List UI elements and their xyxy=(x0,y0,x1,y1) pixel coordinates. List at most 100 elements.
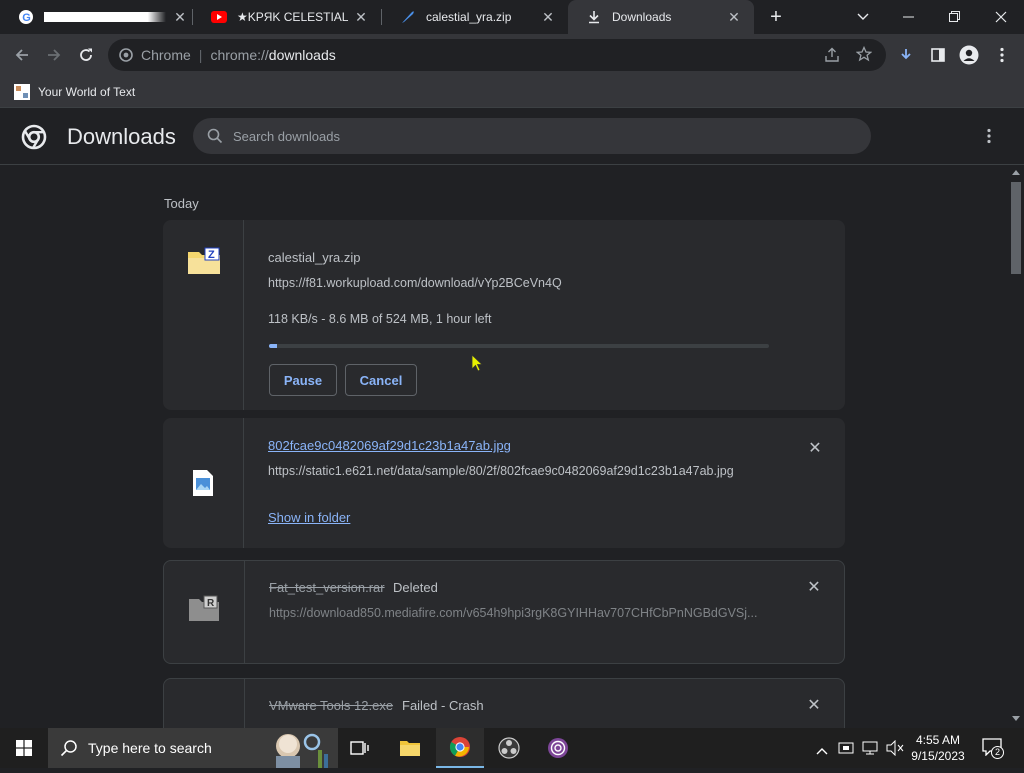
tor-browser-icon[interactable] xyxy=(534,728,582,768)
download-url: https://static1.e621.net/data/sample/80/… xyxy=(268,464,734,478)
taskbar-search-placeholder: Type here to search xyxy=(88,740,212,756)
scrollbar-thumb[interactable] xyxy=(1011,182,1021,274)
system-clock[interactable]: 4:55 AM 9/15/2023 xyxy=(906,732,970,764)
download-icon-column xyxy=(164,679,245,728)
pause-button[interactable]: Pause xyxy=(269,364,337,396)
tab-google[interactable]: G ✕ xyxy=(0,0,192,34)
download-url: https://download850.mediafire.com/v654h9… xyxy=(269,606,758,620)
url-path: downloads xyxy=(268,47,336,63)
search-icon xyxy=(60,739,78,757)
close-tab-icon[interactable]: ✕ xyxy=(170,9,190,26)
download-filename-link[interactable]: 802fcae9c0482069af29d1c23b1a47ab.jpg xyxy=(268,438,511,453)
chrome-menu-icon[interactable] xyxy=(988,41,1016,69)
bookmark-star-icon[interactable] xyxy=(855,45,873,65)
more-actions-icon[interactable] xyxy=(987,128,991,149)
tab-title: Downloads xyxy=(612,10,672,24)
windows-taskbar: Type here to search 4:55 AM 9/15/2023 2 xyxy=(0,728,1024,768)
download-icon xyxy=(586,9,602,25)
new-tab-button[interactable]: + xyxy=(764,6,788,28)
share-icon[interactable] xyxy=(824,47,840,66)
tab-title: ★KPЯK CELESTIAL REC xyxy=(237,10,351,24)
notification-count-badge: 2 xyxy=(991,746,1004,759)
google-icon: G xyxy=(18,9,34,25)
downloads-toolbar-icon[interactable] xyxy=(892,41,920,69)
volume-muted-icon[interactable] xyxy=(886,739,904,761)
rar-file-icon: R xyxy=(188,595,220,628)
tray-chevron-up-icon[interactable] xyxy=(816,742,828,760)
close-tab-icon[interactable]: ✕ xyxy=(724,9,744,26)
bookmarks-bar: Your World of Text xyxy=(0,76,1024,108)
tab-strip: G ✕ ★KPЯK CELESTIAL REC ✕ calestial_yra.… xyxy=(0,0,1024,34)
reload-button[interactable] xyxy=(72,41,100,69)
tab-downloads[interactable]: Downloads ✕ xyxy=(568,0,754,34)
youtube-icon xyxy=(211,9,227,25)
download-url: https://f81.workupload.com/download/vYp2… xyxy=(268,276,562,290)
close-tab-icon[interactable]: ✕ xyxy=(351,9,371,26)
forward-button[interactable] xyxy=(40,41,68,69)
image-file-icon xyxy=(193,470,213,501)
profile-avatar[interactable] xyxy=(955,41,983,69)
windows-start-icon[interactable] xyxy=(16,740,32,761)
tab-calestial[interactable]: calestial_yra.zip ✕ xyxy=(382,0,568,34)
download-progress-fill xyxy=(269,344,277,348)
download-filename: calestial_yra.zip xyxy=(268,250,361,265)
search-box[interactable] xyxy=(193,118,871,154)
back-button[interactable] xyxy=(8,41,36,69)
download-item: VMware Tools 12.exe Failed - Crash ✕ xyxy=(163,678,845,728)
tab-search-chevron-icon[interactable] xyxy=(840,0,886,34)
chrome-icon xyxy=(119,48,133,62)
obs-icon[interactable] xyxy=(485,728,533,768)
download-item: Z calestial_yra.zip https://f81.workuplo… xyxy=(163,220,845,410)
clock-date: 9/15/2023 xyxy=(911,749,965,763)
cancel-button[interactable]: Cancel xyxy=(345,364,417,396)
downloads-list: Today Z calestial_yra.zip https://f81.wo… xyxy=(0,166,1008,728)
scroll-down-arrow-icon[interactable] xyxy=(1012,716,1020,721)
search-icon xyxy=(207,128,223,144)
bookmark-favicon-icon xyxy=(14,83,30,100)
download-filename: Fat_test_version.rar xyxy=(269,580,385,595)
download-icon-column xyxy=(163,418,244,548)
side-panel-icon[interactable] xyxy=(924,41,952,69)
zip-file-icon: Z xyxy=(187,246,221,281)
download-status: Failed - Crash xyxy=(402,698,484,713)
close-window-button[interactable] xyxy=(978,0,1024,34)
download-item: 802fcae9c0482069af29d1c23b1a47ab.jpg htt… xyxy=(163,418,845,548)
bookmark-your-world-of-text[interactable]: Your World of Text xyxy=(14,83,136,100)
downloads-header: Downloads xyxy=(0,108,1024,165)
url-scheme: chrome:// xyxy=(210,47,269,63)
scroll-up-arrow-icon[interactable] xyxy=(1012,170,1020,175)
file-explorer-icon[interactable] xyxy=(386,728,434,768)
remove-download-icon[interactable]: ✕ xyxy=(805,438,825,458)
bookmark-label: Your World of Text xyxy=(38,84,136,99)
tab-title: calestial_yra.zip xyxy=(426,10,512,24)
svg-text:Z: Z xyxy=(208,249,215,261)
site-label: Chrome xyxy=(141,47,191,63)
show-in-folder-link[interactable]: Show in folder xyxy=(268,510,350,525)
chrome-logo-icon xyxy=(21,124,47,155)
taskbar-search-box[interactable]: Type here to search xyxy=(48,728,338,768)
redacted-tab-title xyxy=(44,12,166,22)
minimize-button[interactable] xyxy=(886,0,932,34)
svg-text:R: R xyxy=(207,598,215,609)
search-input[interactable] xyxy=(233,128,833,144)
network-icon[interactable] xyxy=(862,740,878,761)
restore-button[interactable] xyxy=(932,0,978,34)
notification-center-icon[interactable]: 2 xyxy=(982,738,1004,759)
feather-icon xyxy=(400,9,416,25)
tab-youtube[interactable]: ★KPЯK CELESTIAL REC ✕ xyxy=(193,0,381,34)
svg-text:G: G xyxy=(22,12,31,24)
download-icon-column: Z xyxy=(163,220,244,410)
scrollbar[interactable] xyxy=(1008,166,1024,728)
close-tab-icon[interactable]: ✕ xyxy=(538,9,558,26)
remove-download-icon[interactable]: ✕ xyxy=(804,577,824,597)
download-item: R Fat_test_version.rar Deleted https://d… xyxy=(163,560,845,664)
remove-download-icon[interactable]: ✕ xyxy=(804,695,824,715)
section-today: Today xyxy=(164,196,199,211)
chrome-taskbar-icon[interactable] xyxy=(436,728,484,768)
task-view-icon[interactable] xyxy=(336,728,384,768)
clock-time: 4:55 AM xyxy=(915,733,961,747)
address-bar[interactable]: Chrome | chrome://downloads xyxy=(108,39,886,71)
tray-app-icon[interactable] xyxy=(838,740,854,761)
page-title: Downloads xyxy=(67,124,176,149)
search-highlight-illustration-icon xyxy=(268,730,332,773)
